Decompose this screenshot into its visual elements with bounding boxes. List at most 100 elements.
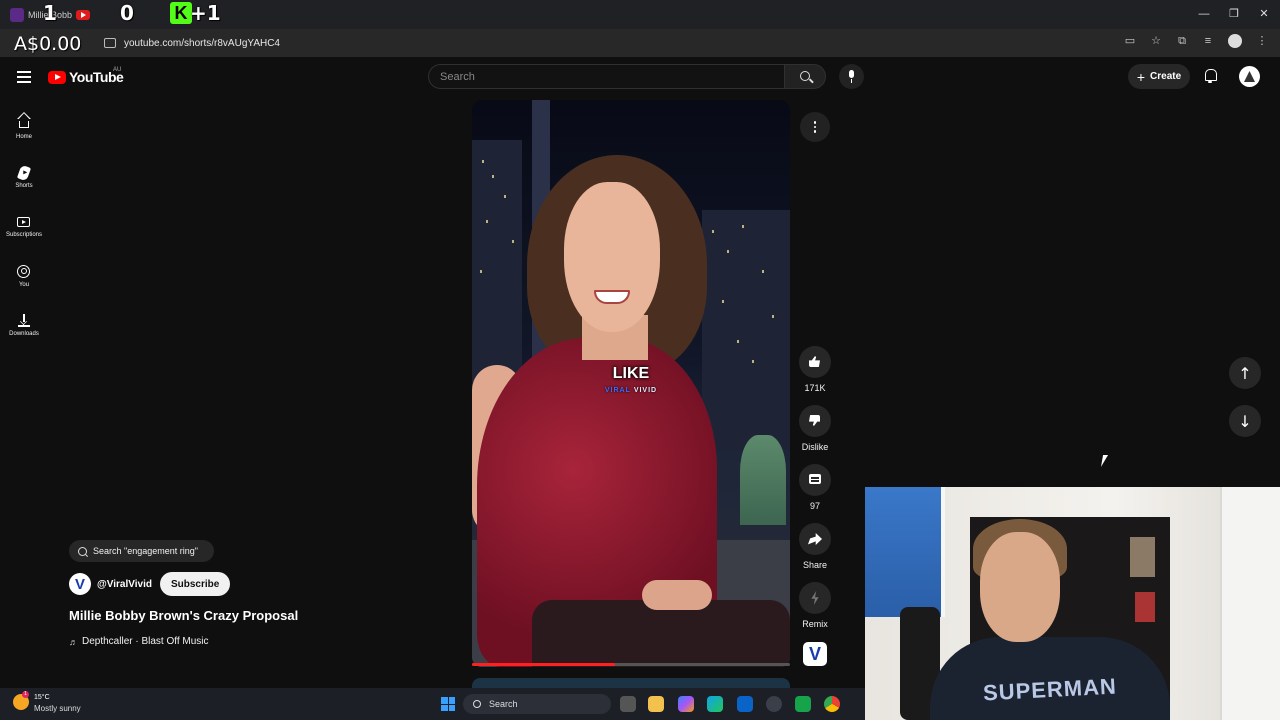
comment-count: 97	[809, 501, 820, 511]
taskbar-search[interactable]: Search	[463, 694, 611, 714]
channel-thumbnail-button[interactable]: V	[803, 642, 827, 666]
create-label: Create	[1150, 71, 1182, 82]
sidebar-item-label: Subscriptions	[5, 232, 43, 238]
restore-icon[interactable]: ❐	[1224, 5, 1244, 23]
edge-icon[interactable]	[707, 696, 723, 712]
site-info-icon[interactable]	[104, 38, 116, 48]
person-legs	[532, 600, 790, 667]
search-input[interactable]	[428, 64, 784, 89]
webcam-person-head	[980, 532, 1060, 642]
sidebar-item-subscriptions[interactable]: Subscriptions	[0, 203, 48, 243]
taskbar-search-label: Search	[489, 699, 518, 709]
url-text[interactable]: youtube.com/shorts/r8vAUgYAHC4	[124, 38, 280, 49]
shorts-video-player[interactable]: LIKE VIRAL VIVID	[472, 100, 790, 667]
sidebar-item-label: Downloads	[9, 331, 39, 337]
search-icon	[78, 546, 87, 556]
mouse-cursor-icon	[1100, 455, 1114, 467]
outlook-icon[interactable]	[737, 696, 753, 712]
remix-button[interactable]: Remix	[798, 582, 832, 629]
sidebar-item-label: Home	[15, 134, 32, 140]
search-chip-label: Search "engagement ring"	[93, 546, 198, 556]
create-button[interactable]: + Create	[1128, 64, 1190, 89]
settings-gear-icon[interactable]	[766, 696, 782, 712]
search-bar	[428, 64, 826, 89]
video-title[interactable]: Millie Bobby Brown's Crazy Proposal	[69, 608, 298, 623]
bookmark-star-icon[interactable]: ☆	[1150, 35, 1162, 47]
task-view-icon[interactable]	[620, 696, 636, 712]
windows-start-icon[interactable]	[441, 697, 455, 711]
extensions-icon[interactable]: ⧉	[1176, 35, 1188, 47]
media-controls-icon[interactable]: ≡	[1202, 35, 1214, 47]
next-short-down-arrow-icon[interactable]: ↓	[1229, 405, 1261, 437]
video-watermark: VIRAL VIVID	[604, 387, 658, 394]
background-dome	[740, 435, 786, 525]
sidebar-item-home[interactable]: Home	[0, 105, 48, 145]
comments-button[interactable]: 97	[798, 464, 832, 511]
streamer-webcam: SUPERMAN	[865, 487, 1280, 720]
notifications-bell-icon[interactable]	[1204, 69, 1217, 83]
minimize-icon[interactable]: —	[1194, 5, 1214, 23]
person-hands	[642, 580, 712, 610]
search-icon	[473, 700, 481, 708]
channel-handle[interactable]: @ViralVivid	[97, 579, 152, 590]
sidebar-item-you[interactable]: You	[0, 253, 48, 293]
weather-temperature[interactable]: 15°C	[34, 694, 50, 701]
dislike-button[interactable]: Dislike	[798, 405, 832, 452]
video-progress-fill	[472, 663, 616, 666]
copilot-icon[interactable]	[678, 696, 694, 712]
more-options-button[interactable]	[800, 112, 830, 142]
shorts-icon	[16, 164, 32, 182]
music-note-icon: ♬	[69, 636, 78, 647]
cast-icon[interactable]: ▭	[1124, 35, 1136, 47]
plus-icon: +	[1136, 68, 1146, 85]
url-field[interactable]: youtube.com/shorts/r8vAUgYAHC4	[104, 33, 1114, 53]
home-icon	[17, 112, 31, 130]
kick-logo-icon: K	[170, 2, 192, 24]
person-face	[564, 182, 660, 332]
chrome-icon[interactable]	[824, 696, 840, 712]
sidebar-item-label: Shorts	[15, 183, 33, 189]
remix-label: Remix	[802, 619, 828, 629]
sidebar-item-shorts[interactable]: Shorts	[0, 154, 48, 194]
related-search-chip[interactable]: Search "engagement ring"	[69, 540, 214, 562]
like-count: 171K	[804, 383, 826, 393]
previous-short-up-arrow-icon[interactable]: ↑	[1229, 357, 1261, 389]
stream-overlay-count-mid: 0	[120, 1, 134, 25]
twitch-favicon-icon	[10, 8, 24, 22]
music-label: Depthcaller · Blast Off Music	[82, 636, 209, 647]
like-button[interactable]: 171K	[798, 346, 832, 393]
file-explorer-icon[interactable]	[648, 696, 664, 712]
browser-tab-bar: Millie Bobb 1 0 K +1 — ❐ ✕	[0, 0, 1280, 29]
sidebar-item-label: You	[18, 282, 30, 288]
stream-overlay-count-right: +1	[190, 1, 221, 25]
subscribe-button[interactable]: Subscribe	[159, 572, 231, 596]
stream-money-overlay: A$0.00	[14, 33, 82, 55]
voice-search-mic-icon[interactable]	[839, 64, 864, 89]
dislike-label: Dislike	[801, 442, 829, 452]
share-button[interactable]: Share	[798, 523, 832, 570]
weather-badge: 1	[22, 691, 29, 698]
video-progress-bar[interactable]	[472, 663, 790, 666]
comment-icon	[799, 464, 831, 496]
browser-menu-icon[interactable]: ⋮	[1256, 35, 1268, 47]
video-caption: LIKE	[612, 365, 650, 382]
sidebar-item-downloads[interactable]: Downloads	[0, 302, 48, 342]
close-icon[interactable]: ✕	[1254, 5, 1274, 23]
search-button[interactable]	[784, 64, 826, 89]
remix-icon	[799, 582, 831, 614]
share-label: Share	[802, 560, 828, 570]
thumbs-up-icon	[799, 346, 831, 378]
app-icon[interactable]	[795, 696, 811, 712]
channel-row: V @ViralVivid Subscribe	[69, 572, 231, 596]
menu-hamburger-icon[interactable]	[17, 71, 31, 86]
skyline-building	[702, 210, 790, 450]
webcam-window	[865, 487, 945, 617]
weather-description[interactable]: Mostly sunny	[34, 704, 81, 713]
channel-avatar[interactable]: V	[69, 573, 91, 595]
subscriptions-icon	[17, 215, 31, 228]
account-avatar[interactable]	[1239, 66, 1260, 87]
profile-avatar-icon[interactable]	[1228, 34, 1242, 48]
download-icon	[17, 314, 31, 327]
address-bar-actions: ▭ ☆ ⧉ ≡ ⋮	[1124, 34, 1268, 48]
music-row[interactable]: ♬ Depthcaller · Blast Off Music	[69, 636, 209, 647]
